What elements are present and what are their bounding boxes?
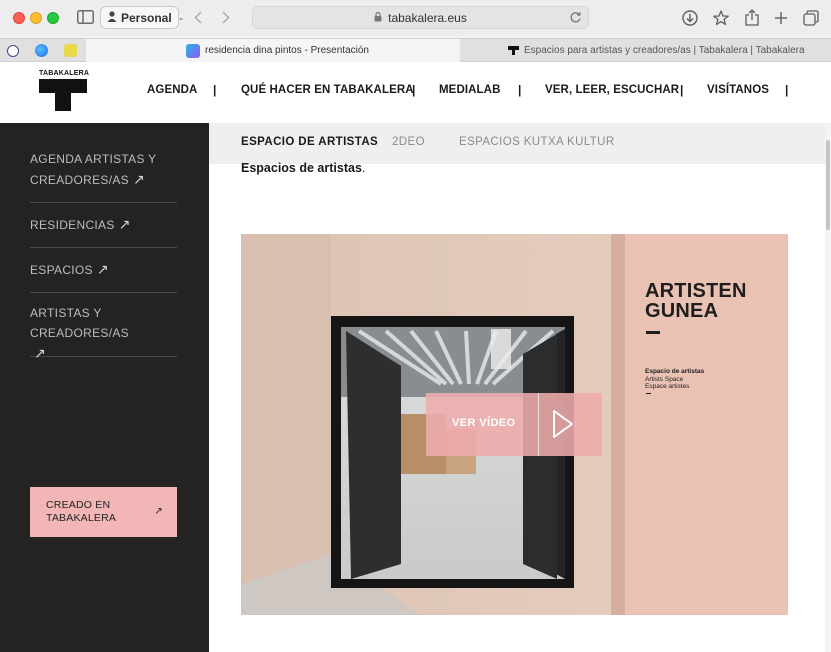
share-icon[interactable] — [743, 8, 760, 26]
nav-separator: | — [518, 83, 522, 97]
nav-medialab[interactable]: MEDIALAB — [439, 84, 501, 96]
close-window-button[interactable] — [13, 12, 25, 24]
play-video-label: VER VÍDEO — [452, 417, 516, 429]
pinned-tab-3[interactable] — [62, 39, 79, 62]
sidebar-item-artistas[interactable]: ARTISTAS Y CREADORES/AS ↗ — [30, 303, 177, 361]
nav-separator: | — [213, 83, 217, 97]
reload-icon[interactable] — [569, 11, 582, 27]
sidebar-item-agenda[interactable]: AGENDA ARTISTAS Y CREADORES/AS ↗ — [30, 149, 177, 203]
creado-en-tabakalera-button[interactable]: CREADO EN TABAKALERA ↗ — [30, 487, 177, 537]
sign-dash — [646, 393, 651, 394]
url-text: tabakalera.eus — [388, 10, 467, 25]
back-icon[interactable] — [190, 9, 206, 25]
bookmark-star-icon[interactable] — [712, 9, 729, 26]
nav-separator: | — [412, 83, 416, 97]
pinned-favicon-icon — [64, 44, 77, 57]
sign-title-line: ARTISTEN — [645, 280, 747, 302]
tab-2deo[interactable]: 2DEO — [392, 136, 425, 148]
zoom-window-button[interactable] — [47, 12, 59, 24]
browser-chrome: Personal ⌄ tabakalera.eus residencia din… — [0, 0, 831, 62]
arrow-up-right-icon: ↗ — [132, 171, 145, 187]
sidebar-toggle-icon[interactable] — [76, 9, 94, 25]
sidebar-item-espacios[interactable]: ESPACIOS ↗ — [30, 259, 177, 293]
page-scrollbar[interactable] — [825, 123, 831, 652]
play-divider — [538, 393, 539, 456]
forward-icon[interactable] — [218, 9, 234, 25]
subnav: ESPACIO DE ARTISTAS 2DEO ESPACIOS KUTXA … — [209, 123, 831, 164]
sidebar-item-label: AGENDA ARTISTAS Y — [30, 152, 157, 166]
play-video-button[interactable]: VER VÍDEO — [426, 393, 602, 456]
intro-suffix: . — [361, 161, 366, 175]
profile-button[interactable]: Personal ⌄ — [100, 6, 184, 29]
tab-title: residencia dina pintos - Presentación — [205, 45, 369, 56]
browser-titlebar: Personal ⌄ tabakalera.eus — [0, 0, 831, 36]
nav-visitanos[interactable]: VISÍTANOS — [707, 84, 769, 96]
logo-mark — [39, 79, 87, 93]
sidebar: AGENDA ARTISTAS Y CREADORES/AS ↗ RESIDENC… — [0, 123, 209, 652]
sign-subtitle: Espacio de artistas — [645, 368, 705, 375]
play-icon — [552, 409, 574, 444]
minimize-window-button[interactable] — [30, 12, 42, 24]
sidebar-item-label: ARTISTAS Y CREADORES/AS — [30, 306, 129, 340]
lock-icon — [374, 11, 382, 25]
profile-label: Personal — [121, 10, 172, 25]
address-bar[interactable]: tabakalera.eus — [252, 6, 589, 29]
sidebar-item-label: ESPACIOS — [30, 263, 93, 277]
nav-separator: | — [785, 83, 789, 97]
sidebar-item-label: RESIDENCIAS — [30, 218, 115, 232]
arrow-up-right-icon: ↗ — [34, 345, 47, 361]
nav-agenda[interactable]: AGENDA — [147, 84, 197, 96]
scrollbar-thumb[interactable] — [826, 140, 830, 230]
sign-title-line: GUNEA — [645, 300, 719, 322]
sign-title: ARTISTEN GUNEA — [645, 281, 747, 321]
tab-favicon-icon — [186, 43, 200, 58]
nav-ver-leer-escuchar[interactable]: VER, LEER, ESCUCHAR — [545, 84, 679, 96]
tab-bar: residencia dina pintos - Presentación Es… — [0, 38, 831, 62]
downloads-icon[interactable] — [681, 9, 698, 26]
tab-overview-icon[interactable] — [802, 9, 819, 26]
arrow-up-right-icon: ↗ — [118, 216, 131, 232]
chevron-down-icon: ⌄ — [177, 13, 185, 22]
nav-que-hacer[interactable]: QUÉ HACER EN TABAKALERA — [241, 84, 414, 96]
arrow-up-right-icon: ↗ — [154, 506, 163, 517]
tab-title: Espacios para artistas y creadores/as | … — [524, 45, 805, 56]
intro-bold: Espacios de artistas — [241, 161, 362, 175]
video-thumbnail[interactable]: ARTISTEN GUNEA Espacio de artistas Artis… — [241, 234, 788, 615]
tab-residencia[interactable]: residencia dina pintos - Presentación — [86, 39, 460, 62]
person-icon — [107, 10, 117, 25]
pinned-favicon-icon — [35, 44, 48, 57]
intro-text: Espacios de artistas. — [241, 161, 365, 175]
new-tab-icon[interactable] — [772, 9, 789, 26]
arrow-up-right-icon: ↗ — [96, 261, 109, 277]
tab-tabakalera[interactable]: Espacios para artistas y creadores/as | … — [461, 39, 831, 62]
site-header: TABAKALERA AGENDA | QUÉ HACER EN TABAKAL… — [0, 62, 831, 123]
sign-subtitle: Espace artistes — [645, 383, 690, 390]
sign-subtitle: Artists Space — [645, 375, 684, 383]
logo-text: TABAKALERA — [39, 70, 90, 77]
pinned-favicon-icon — [6, 44, 19, 57]
sidebar-item-residencias[interactable]: RESIDENCIAS ↗ — [30, 214, 177, 248]
sign-dash — [646, 331, 660, 334]
tab-favicon-icon — [508, 46, 519, 55]
pinned-tab-1[interactable] — [4, 39, 21, 62]
nav-separator: | — [680, 83, 684, 97]
tab-espacio-de-artistas[interactable]: ESPACIO DE ARTISTAS — [241, 136, 378, 148]
sidebar-item-label: CREADORES/AS — [30, 173, 129, 187]
tab-espacios-kutxa-kultur[interactable]: ESPACIOS KUTXA KULTUR — [459, 136, 615, 148]
logo-mark-stem — [55, 93, 71, 111]
pinned-tab-2[interactable] — [33, 39, 50, 62]
